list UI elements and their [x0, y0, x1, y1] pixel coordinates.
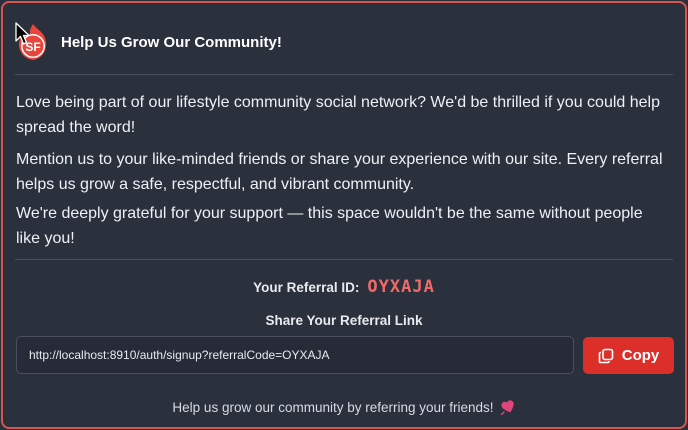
referral-id-value: OYXAJA	[367, 277, 435, 297]
referral-card: SF Help Us Grow Our Community! Love bein…	[1, 1, 687, 429]
body-divider	[15, 259, 673, 260]
footer-text: Help us grow our community by referring …	[172, 399, 494, 415]
card-title: Help Us Grow Our Community!	[61, 33, 282, 51]
header-divider	[15, 74, 673, 75]
mention-paragraph: Mention us to your like-minded friends o…	[16, 151, 663, 193]
referral-id-row: Your Referral ID: OYXAJA	[3, 277, 685, 297]
heart-icon	[500, 400, 514, 415]
copy-icon	[598, 348, 614, 363]
card-header: SF Help Us Grow Our Community!	[15, 21, 282, 63]
thanks-paragraph: We're deeply grateful for your support —…	[16, 205, 643, 247]
share-link-label: Share Your Referral Link	[265, 313, 423, 328]
referral-link-input[interactable]	[16, 336, 574, 374]
copy-button[interactable]: Copy	[583, 337, 674, 374]
intro-paragraph: Love being part of our lifestyle communi…	[16, 94, 660, 136]
referral-id-label: Your Referral ID:	[253, 279, 360, 295]
site-logo: SF	[15, 22, 51, 62]
copy-button-label: Copy	[621, 347, 660, 364]
mouse-cursor-icon	[15, 22, 30, 45]
footer-note: Help us grow our community by referring …	[3, 399, 685, 415]
